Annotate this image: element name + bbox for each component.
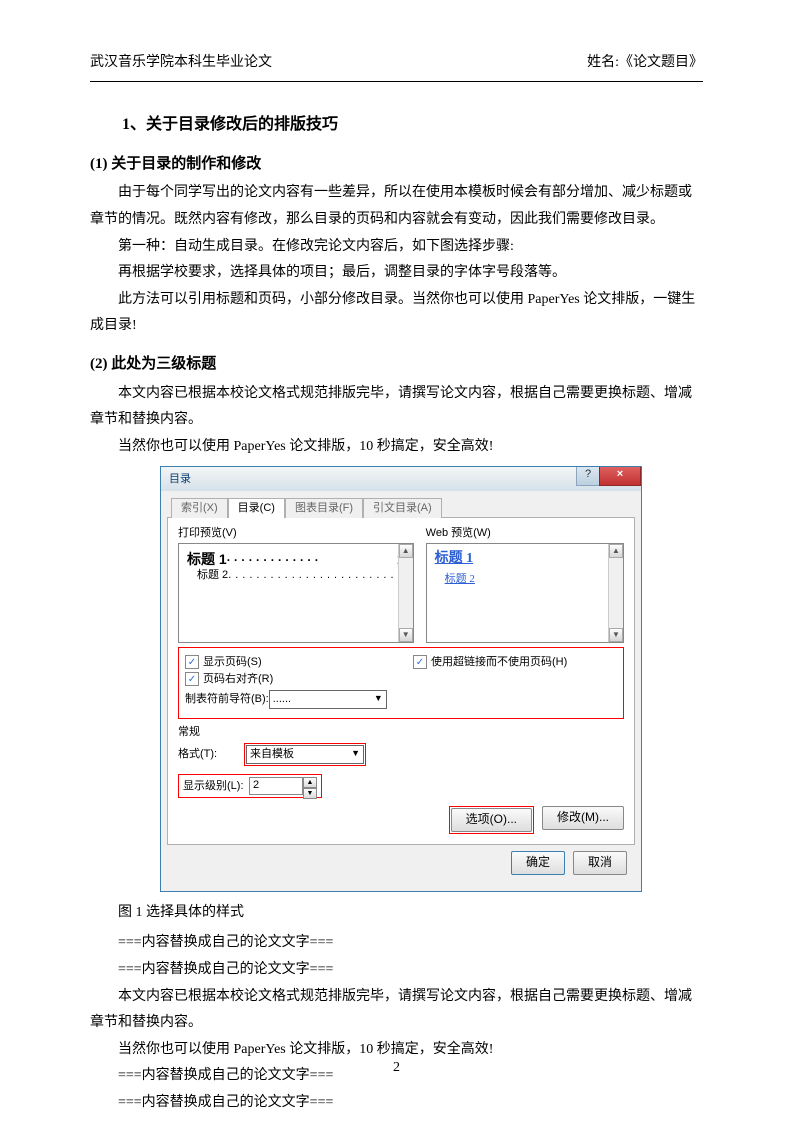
options-area-highlight: ✓ 显示页码(S) ✓ 页码右对齐(R) 制表符前导符(B): ......▼ [178,647,624,719]
print-preview-box: 标题 1 ............. 1 标题 2 ..............… [178,543,414,643]
opt-right-align[interactable]: ✓ 页码右对齐(R) [185,672,389,686]
toc-dialog-figure: 目录 ? × 索引(X) 目录(C) 图表目录(F) 引文目录(A) 打印预览(… [160,466,642,891]
sec1-p2: 第一种：自动生成目录。在修改完论文内容后，如下图选择步骤: [90,234,703,261]
toc-dialog: 目录 ? × 索引(X) 目录(C) 图表目录(F) 引文目录(A) 打印预览(… [160,466,642,891]
header-left: 武汉音乐学院本科生毕业论文 [90,50,272,77]
web-preview-box: 标题 1 标题 2 ▲ ▼ [426,543,624,643]
format-select-highlight: 来自模板▼ [244,743,366,766]
tab-figure-toc[interactable]: 图表目录(F) [285,498,363,517]
opt-leader-label: 制表符前导符(B): [185,692,269,706]
placeholder-4: ===内容替换成自己的论文文字=== [90,1090,703,1117]
heading-sec2: (2) 此处为三级标题 [90,350,703,379]
level-highlight: 显示级别(L): 2 ▲▼ [178,774,322,798]
opt-leader: 制表符前导符(B): ......▼ [185,690,389,709]
heading-level-2: 1、关于目录修改后的排版技巧 [90,110,703,140]
opt-use-hyperlink[interactable]: ✓ 使用超链接而不使用页码(H) [413,655,617,669]
scrollbar[interactable]: ▲ ▼ [398,544,413,642]
leader-select[interactable]: ......▼ [269,690,387,709]
placeholder-1: ===内容替换成自己的论文文字=== [90,930,703,957]
ok-button[interactable]: 确定 [511,851,565,875]
pp-heading2: 标题 2 [197,568,228,582]
close-button[interactable]: × [599,467,641,486]
sec1-p1: 由于每个同学写出的论文内容有一些差异，所以在使用本模板时候会有部分增加、减少标题… [90,180,703,233]
level-spinner[interactable]: 2 ▲▼ [249,777,317,795]
sec1-p4: 此方法可以引用标题和页码，小部分修改目录。当然你也可以使用 PaperYes 论… [90,287,703,340]
tab-toc[interactable]: 目录(C) [228,498,285,517]
sec2-p2: 当然你也可以使用 PaperYes 论文排版，10 秒搞定，安全高效! [90,434,703,461]
page-header: 武汉音乐学院本科生毕业论文 姓名:《论文题目》 [90,50,703,82]
opt-show-page[interactable]: ✓ 显示页码(S) [185,655,389,669]
modify-button[interactable]: 修改(M)... [542,806,624,830]
format-label: 格式(T): [178,747,244,761]
cancel-button[interactable]: 取消 [573,851,627,875]
options-button-highlight: 选项(O)... [449,806,534,834]
dialog-title-text: 目录 [169,472,191,486]
scrollbar-2[interactable]: ▲ ▼ [608,544,623,642]
heading-sec1: (1) 关于目录的制作和修改 [90,150,703,179]
level-label: 显示级别(L): [183,779,249,793]
print-preview-label: 打印预览(V) [178,526,414,540]
web-preview-label: Web 预览(W) [426,526,624,540]
page-number: 2 [0,1055,793,1082]
help-button[interactable]: ? [576,467,599,486]
tab-panel-toc: 打印预览(V) 标题 1 ............. 1 标题 2 ......… [167,517,635,845]
wp-heading1[interactable]: 标题 1 [435,550,615,568]
dialog-tabs: 索引(X) 目录(C) 图表目录(F) 引文目录(A) [167,497,635,516]
format-select[interactable]: 来自模板▼ [246,745,364,764]
figure-caption: 图 1 选择具体的样式 [90,900,703,927]
tab-citation-toc[interactable]: 引文目录(A) [363,498,442,517]
general-section-label: 常规 [178,725,624,739]
tab-index[interactable]: 索引(X) [171,498,228,517]
sec2-p1: 本文内容已根据本校论文格式规范排版完毕，请撰写论文内容，根据自己需要更换标题、增… [90,381,703,434]
wp-heading2[interactable]: 标题 2 [445,572,615,586]
pp-heading1: 标题 1 [187,550,227,568]
opt-use-hyperlink-label: 使用超链接而不使用页码(H) [431,655,567,669]
after-p1: 本文内容已根据本校论文格式规范排版完毕，请撰写论文内容，根据自己需要更换标题、增… [90,984,703,1037]
sec1-p3: 再根据学校要求，选择具体的项目；最后，调整目录的字体字号段落等。 [90,260,703,287]
options-button[interactable]: 选项(O)... [451,808,532,832]
opt-show-page-label: 显示页码(S) [203,655,262,669]
dialog-titlebar: 目录 ? × [161,467,641,491]
header-right: 姓名:《论文题目》 [587,50,703,77]
placeholder-2: ===内容替换成自己的论文文字=== [90,957,703,984]
opt-right-align-label: 页码右对齐(R) [203,672,273,686]
